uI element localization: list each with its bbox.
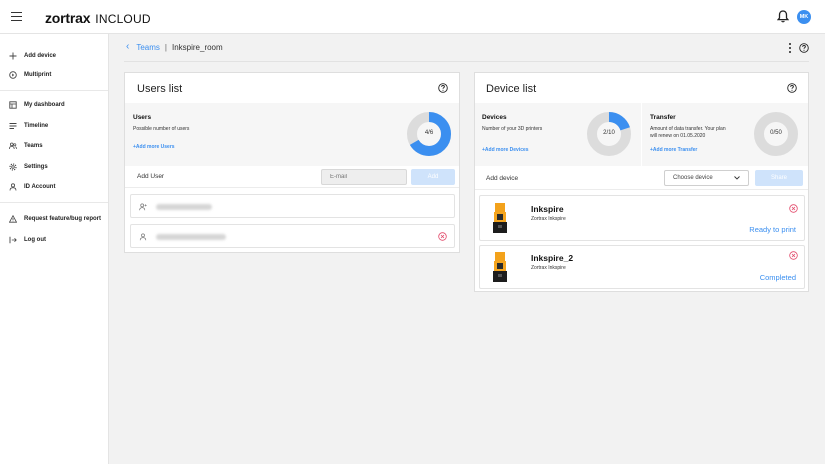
devices-stat-title: Devices (482, 114, 507, 121)
user-icon (8, 183, 17, 192)
sidebar-item-label: ID Account (24, 184, 56, 190)
user-icon (139, 233, 147, 241)
sidebar-item-teams[interactable]: Teams (8, 139, 43, 153)
choose-device-select[interactable]: Choose device (664, 170, 749, 186)
sidebar-item-request-feature[interactable]: Request feature/bug report (8, 212, 101, 226)
device-name[interactable]: Inkspire (531, 204, 564, 214)
remove-circle-icon[interactable] (789, 251, 798, 260)
top-bar: zortrax INCLOUD MK (0, 0, 825, 34)
more-options-icon[interactable] (789, 43, 792, 53)
chevron-left-icon[interactable]: ‹ (126, 42, 129, 52)
dashboard-icon (8, 101, 17, 110)
remove-circle-icon[interactable] (438, 232, 447, 241)
email-input[interactable] (321, 169, 407, 185)
header-divider (124, 61, 809, 62)
sidebar-item-label: Request feature/bug report (24, 216, 102, 222)
hamburger-menu-icon[interactable] (11, 12, 22, 21)
device-status: Completed (759, 273, 796, 282)
logout-icon (8, 236, 17, 245)
warning-icon (8, 215, 17, 224)
breadcrumb: ‹ Teams | Inkspire_room (126, 42, 223, 52)
users-donut-label: 4/6 (424, 130, 434, 136)
user-row[interactable] (130, 194, 455, 218)
sidebar-item-id-account[interactable]: ID Account (8, 180, 55, 194)
device-list-title: Device list (486, 83, 537, 95)
breadcrumb-current: Inkspire_room (171, 42, 223, 52)
chevron-down-icon (734, 176, 740, 180)
choose-device-value: Choose device (673, 175, 713, 181)
users-list-panel: Users list Users Possible number of user… (124, 72, 460, 253)
breadcrumb-teams-link[interactable]: Teams (136, 43, 160, 52)
redacted-user-email (156, 204, 212, 210)
device-name[interactable]: Inkspire_2 (531, 253, 573, 263)
multiprint-icon (8, 71, 17, 80)
add-more-devices-link[interactable]: +Add more Devices (482, 147, 529, 153)
sidebar-item-timeline[interactable]: Timeline (8, 119, 48, 133)
sidebar-item-multiprint[interactable]: Multiprint (8, 68, 51, 82)
transfer-stat: Transfer Amount of data transfer. Your p… (642, 103, 808, 166)
help-icon[interactable] (787, 83, 797, 93)
sidebar-item-log-out[interactable]: Log out (8, 233, 46, 247)
sidebar-item-label: Add device (24, 53, 57, 59)
product-name: INCLOUD (95, 12, 151, 26)
sidebar-item-label: Log out (24, 237, 46, 243)
devices-donut-label: 2/10 (603, 130, 615, 136)
transfer-stat-title: Transfer (650, 114, 676, 121)
device-card-inkspire-2[interactable]: Inkspire_2 Zortrax Inkspire Completed (479, 245, 805, 289)
timeline-icon (8, 122, 17, 131)
add-more-transfer-link[interactable]: +Add more Transfer (650, 147, 697, 153)
add-device-label: Add device (486, 175, 519, 182)
printer-icon (493, 203, 507, 233)
sidebar-item-my-dashboard[interactable]: My dashboard (8, 98, 65, 112)
device-list-panel: Device list Devices Number of your 3D pr… (474, 72, 809, 292)
devices-stat-description: Number of your 3D printers (482, 126, 543, 132)
breadcrumb-separator: | (164, 42, 167, 52)
transfer-stat-description: Amount of data transfer. Your plan will … (650, 126, 726, 139)
plus-icon (8, 52, 17, 61)
users-stat-title: Users (133, 114, 152, 121)
sidebar-divider (0, 202, 108, 203)
device-status: Ready to print (749, 225, 796, 234)
device-model: Zortrax Inkspire (531, 265, 566, 271)
add-user-row: Add User Add (125, 166, 459, 188)
remove-circle-icon[interactable] (789, 204, 798, 213)
sidebar-divider (0, 90, 108, 91)
printer-icon (493, 252, 507, 282)
sidebar-item-label: Teams (24, 143, 43, 149)
teams-icon (8, 142, 17, 151)
share-button[interactable]: Share (755, 170, 803, 186)
sidebar-item-label: My dashboard (24, 102, 65, 108)
sidebar-item-add-device[interactable]: Add device (8, 49, 56, 63)
add-device-row: Add device Choose device Share (475, 166, 808, 190)
add-more-users-link[interactable]: +Add more Users (133, 144, 175, 150)
device-model: Zortrax Inkspire (531, 216, 566, 222)
sidebar-item-label: Multiprint (24, 72, 52, 78)
sidebar-item-label: Timeline (24, 123, 49, 129)
add-user-button[interactable]: Add (411, 169, 455, 185)
transfer-donut-label: 0/50 (770, 130, 782, 136)
bell-icon[interactable] (777, 10, 789, 23)
user-add-icon (139, 203, 147, 211)
sidebar: Add device Multiprint My dashboard Timel… (0, 34, 109, 464)
help-icon[interactable] (438, 83, 448, 93)
brand-logo[interactable]: zortrax INCLOUD (45, 10, 151, 26)
redacted-user-email (156, 234, 226, 240)
brand-name: zortrax (45, 10, 91, 26)
devices-stat: Devices Number of your 3D printers +Add … (475, 103, 641, 166)
help-icon[interactable] (799, 43, 809, 53)
users-list-title: Users list (137, 83, 183, 95)
avatar[interactable]: MK (797, 10, 811, 24)
sidebar-item-settings[interactable]: Settings (8, 160, 48, 174)
users-stat-description: Possible number of users (133, 126, 190, 132)
sidebar-item-label: Settings (24, 164, 48, 170)
users-stat: Users Possible number of users +Add more… (125, 103, 459, 166)
add-user-label: Add User (137, 173, 165, 180)
device-card-inkspire[interactable]: Inkspire Zortrax Inkspire Ready to print (479, 195, 805, 241)
user-row[interactable] (130, 224, 455, 248)
gear-icon (8, 163, 17, 172)
